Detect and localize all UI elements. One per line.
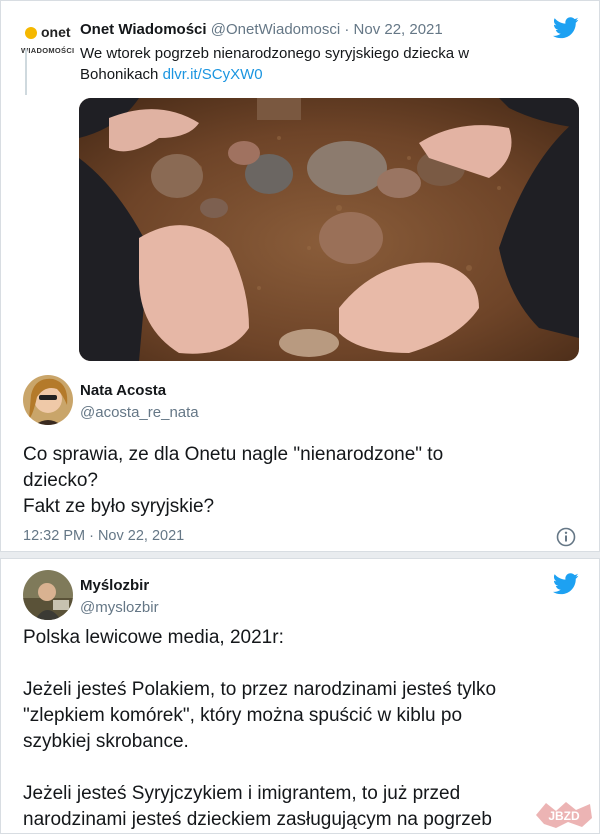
- quoted-text-body: We wtorek pogrzeb nienarodzonego syryjsk…: [80, 45, 470, 83]
- avatar-myslozbir[interactable]: [23, 570, 73, 620]
- tweet-text-line: [23, 651, 593, 677]
- twitter-bird-icon[interactable]: [553, 573, 579, 595]
- avatar-image: [23, 375, 73, 425]
- author-name[interactable]: Nata Acosta: [80, 382, 166, 399]
- tweet-text: Polska lewicowe media, 2021r: Jeżeli jes…: [23, 625, 593, 833]
- avatar-image: [23, 570, 73, 620]
- quoted-author-line: Onet Wiadomości @OnetWiadomosci · Nov 22…: [80, 21, 443, 38]
- tweet-text-line: narodzinami jesteś dzieckiem zasługujący…: [23, 809, 492, 830]
- author-handle[interactable]: @myslozbir: [80, 599, 159, 616]
- quoted-author-handle[interactable]: @OnetWiadomosci: [211, 21, 340, 38]
- info-icon[interactable]: [556, 527, 576, 547]
- onet-logo-dot: [25, 27, 37, 39]
- tweet-card-1: onet WIADOMOŚCI Onet Wiadomości @OnetWia…: [0, 0, 600, 552]
- tweet-text-line: Jeżeli jesteś Polakiem, to przez narodzi…: [23, 679, 497, 700]
- twitter-bird-icon[interactable]: [553, 17, 579, 39]
- tweet-text-line: [23, 755, 593, 781]
- tweet-text-line: "zlepkiem komórek", który można spuścić …: [23, 705, 463, 726]
- tweet-text-line: szybkiej skrobance.: [23, 731, 189, 752]
- tweet-photo[interactable]: [79, 98, 579, 361]
- tweet-text: Co sprawia, ze dla Onetu nagle "nienarod…: [23, 442, 583, 520]
- tweet-text-line: Jeżeli jesteś Syryjczykiem i imigrantem,…: [23, 783, 461, 804]
- onet-logo-subtitle: WIADOMOŚCI: [21, 46, 75, 55]
- tweet-text-line: Polska lewicowe media, 2021r:: [23, 627, 284, 648]
- quoted-separator: ·: [344, 21, 350, 38]
- jbzd-watermark: JBZD: [536, 802, 592, 828]
- tweet-timestamp[interactable]: 12:32 PM · Nov 22, 2021: [23, 528, 184, 544]
- author-name[interactable]: Myślozbir: [80, 577, 149, 594]
- onet-logo-word: onet: [41, 24, 71, 40]
- avatar-nata-acosta[interactable]: [23, 375, 73, 425]
- author-handle[interactable]: @acosta_re_nata: [80, 404, 199, 421]
- reply-connector-line: [25, 49, 27, 95]
- tweet-text-line: Co sprawia, ze dla Onetu nagle "nienarod…: [23, 444, 444, 465]
- quoted-tweet-text: We wtorek pogrzeb nienarodzonego syryjsk…: [80, 43, 510, 85]
- tweet-text-line: dziecko?: [23, 470, 98, 491]
- quoted-author-name[interactable]: Onet Wiadomości: [80, 21, 207, 38]
- photo-image: [79, 98, 579, 361]
- onet-logo[interactable]: onet WIADOMOŚCI: [21, 23, 75, 63]
- quoted-link[interactable]: dlvr.it/SCyXW0: [163, 66, 263, 83]
- tweet-card-2: Myślozbir @myslozbir Polska lewicowe med…: [0, 558, 600, 834]
- quoted-date[interactable]: Nov 22, 2021: [354, 21, 443, 38]
- watermark-text: JBZD: [548, 809, 580, 823]
- tweet-text-line: Fakt ze było syryjskie?: [23, 496, 215, 517]
